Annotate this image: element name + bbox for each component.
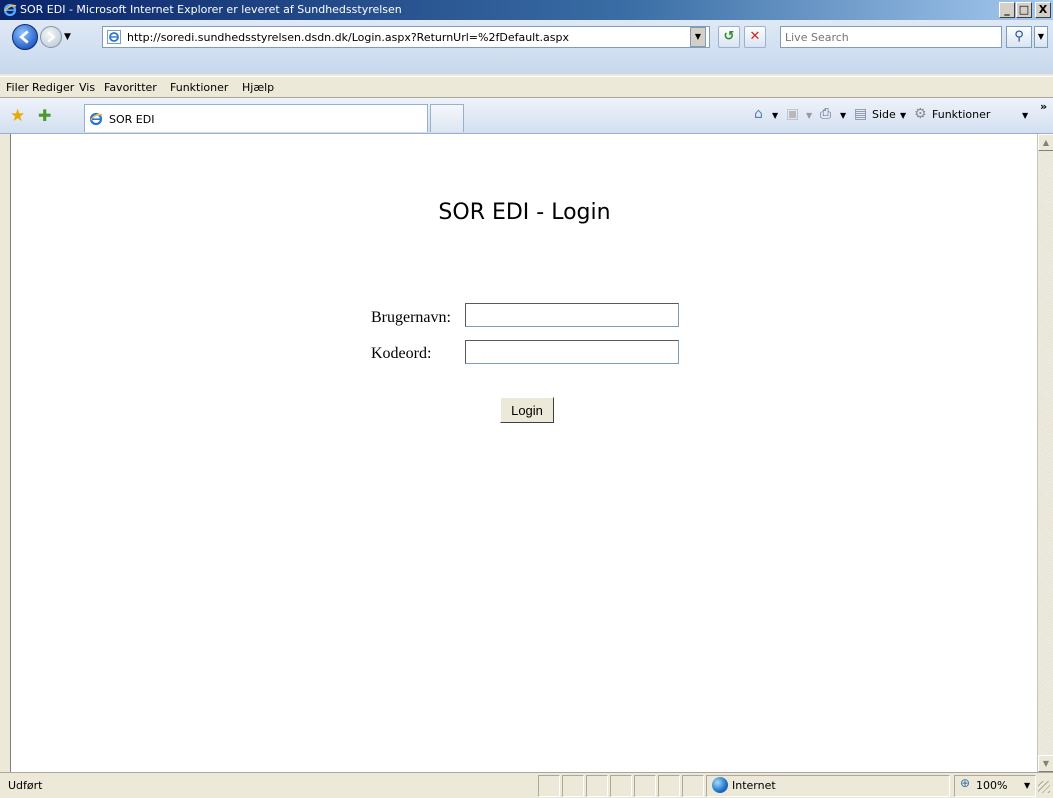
navigation-bar: ▼ http://soredi.sundhedsstyrelsen.dsdn.d… bbox=[0, 20, 1053, 74]
search-input[interactable] bbox=[781, 27, 1001, 47]
search-options-dropdown-icon[interactable]: ▼ bbox=[1034, 26, 1048, 48]
maximize-button[interactable]: □ bbox=[1016, 2, 1032, 18]
feeds-icon[interactable]: ▣ bbox=[786, 106, 799, 122]
home-icon[interactable]: ⌂ bbox=[754, 106, 763, 122]
title-bar: SOR EDI - Microsoft Internet Explorer er… bbox=[0, 0, 1053, 20]
resize-grip-icon[interactable] bbox=[1038, 781, 1050, 793]
refresh-button[interactable]: ↺ bbox=[718, 26, 740, 48]
internet-zone-globe-icon bbox=[712, 777, 728, 793]
more-commands-chevron-icon[interactable]: » bbox=[1040, 100, 1047, 113]
status-panel bbox=[682, 775, 704, 797]
zoom-level[interactable]: 100% bbox=[976, 779, 1007, 792]
username-label: Brugernavn: bbox=[371, 309, 451, 326]
print-icon[interactable]: ⎙ bbox=[820, 106, 831, 122]
status-text: Udført bbox=[8, 779, 43, 792]
status-panel bbox=[562, 775, 584, 797]
refresh-icon: ↺ bbox=[723, 29, 735, 44]
back-arrow-icon bbox=[19, 30, 29, 44]
zoom-magnifier-icon: ⊕ bbox=[960, 776, 971, 790]
menu-edit[interactable]: Rediger bbox=[32, 81, 74, 94]
password-field[interactable] bbox=[465, 340, 679, 364]
status-panel bbox=[634, 775, 656, 797]
favorites-center-icon[interactable]: ★ bbox=[10, 106, 25, 126]
new-tab-button[interactable] bbox=[430, 104, 464, 132]
status-panel bbox=[610, 775, 632, 797]
forward-button[interactable] bbox=[40, 26, 62, 48]
tools-menu[interactable]: Funktioner bbox=[932, 108, 990, 121]
browser-window: SOR EDI - Microsoft Internet Explorer er… bbox=[0, 0, 1053, 798]
stop-icon: ✕ bbox=[749, 29, 761, 44]
status-panel bbox=[586, 775, 608, 797]
feeds-dropdown-icon[interactable]: ▼ bbox=[806, 111, 812, 120]
page-menu-icon: ▤ bbox=[854, 106, 868, 122]
search-button[interactable]: ⚲ bbox=[1006, 26, 1032, 48]
page-menu[interactable]: Side bbox=[872, 108, 896, 121]
tab-ie-icon bbox=[89, 112, 103, 126]
address-dropdown-icon[interactable]: ▼ bbox=[690, 27, 706, 47]
menu-tools[interactable]: Funktioner bbox=[170, 81, 228, 94]
close-button[interactable]: X bbox=[1035, 2, 1051, 18]
window-title: SOR EDI - Microsoft Internet Explorer er… bbox=[20, 3, 402, 16]
page-content: SOR EDI - Login Brugernavn: Kodeord: Log… bbox=[10, 134, 1037, 772]
ie-logo-icon bbox=[3, 3, 17, 17]
username-field[interactable] bbox=[465, 303, 679, 327]
scroll-down-arrow-icon[interactable]: ▼ bbox=[1038, 755, 1053, 772]
zoom-dropdown-icon[interactable]: ▼ bbox=[1024, 781, 1030, 790]
recent-pages-dropdown-icon[interactable]: ▼ bbox=[64, 32, 71, 42]
stop-button[interactable]: ✕ bbox=[744, 26, 766, 48]
vertical-scrollbar[interactable]: ▲ ▼ bbox=[1037, 134, 1053, 772]
print-dropdown-icon[interactable]: ▼ bbox=[840, 111, 846, 120]
status-bar: Udført Internet ⊕ 100% ▼ bbox=[0, 772, 1053, 798]
menu-favorites[interactable]: Favoritter bbox=[104, 81, 157, 94]
back-button[interactable] bbox=[12, 24, 38, 50]
address-url[interactable]: http://soredi.sundhedsstyrelsen.dsdn.dk/… bbox=[127, 31, 569, 44]
add-favorite-icon[interactable]: ✚ bbox=[38, 106, 51, 125]
address-bar[interactable]: http://soredi.sundhedsstyrelsen.dsdn.dk/… bbox=[102, 26, 710, 48]
page-dropdown-icon[interactable]: ▼ bbox=[900, 111, 906, 120]
minimize-button[interactable]: _ bbox=[999, 2, 1015, 18]
page-title: SOR EDI - Login bbox=[438, 200, 611, 225]
forward-arrow-icon bbox=[47, 31, 56, 43]
tools-dropdown-icon[interactable]: ▼ bbox=[1022, 111, 1028, 120]
menu-file[interactable]: Filer bbox=[6, 81, 29, 94]
scroll-up-arrow-icon[interactable]: ▲ bbox=[1038, 134, 1053, 151]
status-panel bbox=[538, 775, 560, 797]
tab-bar: ★ ✚ SOR EDI ⌂ ▼ ▣ ▼ ⎙ ▼ ▤ Side ▼ ⚙ Funkt… bbox=[0, 98, 1053, 134]
page-icon bbox=[107, 30, 121, 44]
status-panel bbox=[658, 775, 680, 797]
login-button[interactable]: Login bbox=[500, 397, 554, 423]
password-label: Kodeord: bbox=[371, 345, 432, 362]
search-icon: ⚲ bbox=[1014, 29, 1024, 44]
home-dropdown-icon[interactable]: ▼ bbox=[772, 111, 778, 120]
security-zone-label: Internet bbox=[732, 779, 776, 792]
menu-help[interactable]: Hjælp bbox=[242, 81, 274, 94]
menu-view[interactable]: Vis bbox=[79, 81, 95, 94]
tab-sor-edi[interactable]: SOR EDI bbox=[84, 104, 428, 132]
tab-label: SOR EDI bbox=[109, 113, 155, 126]
search-box[interactable] bbox=[780, 26, 1002, 48]
menu-bar: Filer Rediger Vis Favoritter Funktioner … bbox=[0, 76, 1053, 98]
tools-gear-icon: ⚙ bbox=[914, 106, 927, 122]
